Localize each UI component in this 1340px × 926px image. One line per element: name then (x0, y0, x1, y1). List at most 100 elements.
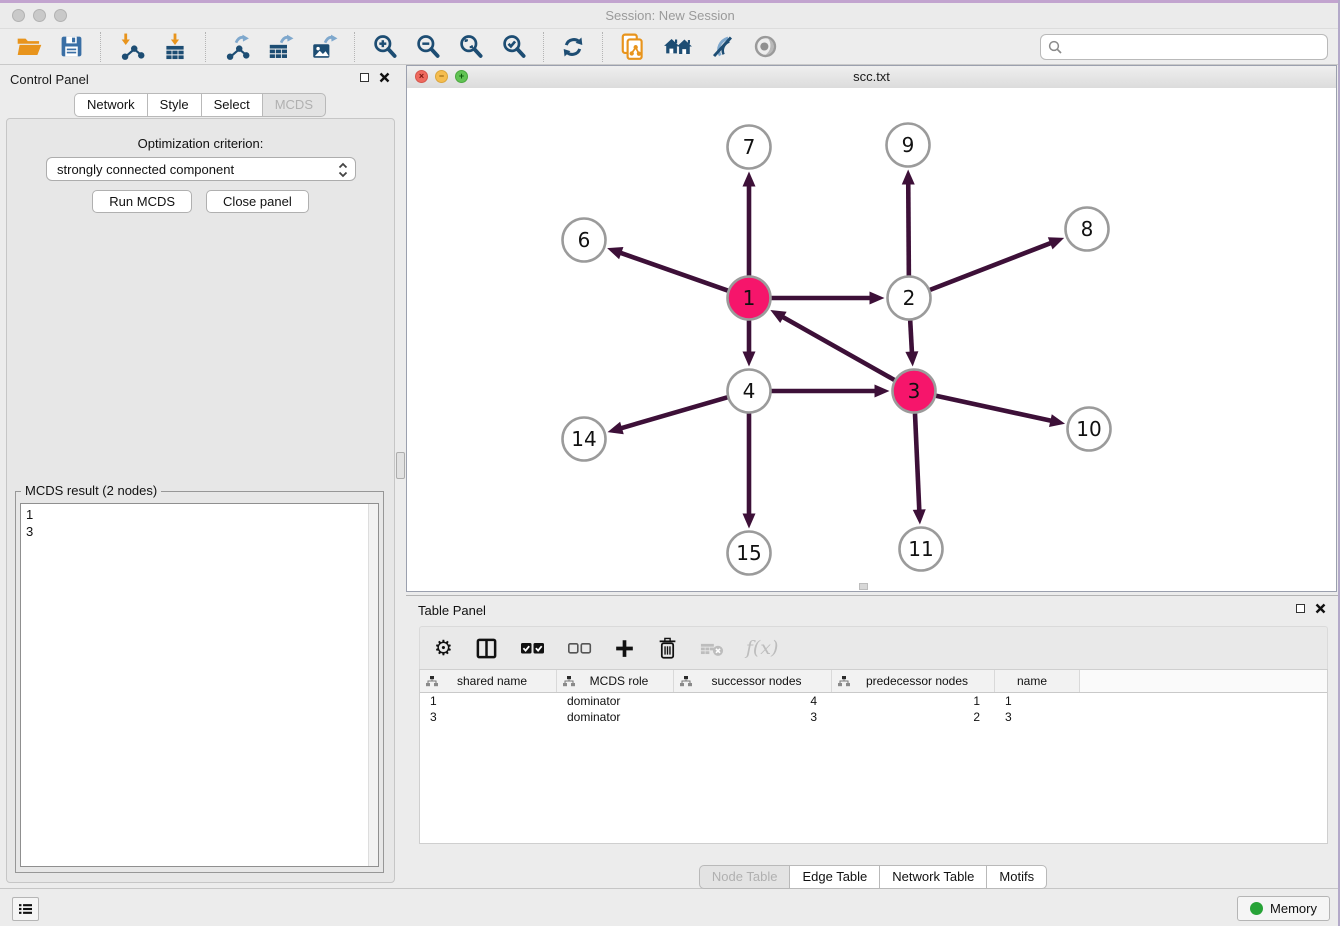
cell-predecessor-nodes: 2 (832, 710, 995, 724)
graph-edge-arrowhead (1049, 414, 1065, 427)
apply-layout-button[interactable] (558, 31, 588, 63)
result-scrollbar[interactable] (368, 504, 378, 866)
create-column-button[interactable] (614, 638, 635, 659)
graph-edge-3-1[interactable] (782, 316, 895, 380)
clone-network-button[interactable] (617, 31, 649, 63)
tab-mcds[interactable]: MCDS (262, 93, 326, 117)
graph-node-label-10: 10 (1076, 417, 1101, 441)
mcds-result-fieldset: MCDS result (2 nodes) 1 3 (15, 491, 384, 873)
selected-option: strongly connected component (57, 162, 234, 177)
float-panel-icon[interactable] (360, 73, 369, 82)
optimization-criterion-label: Optimization criterion: (7, 136, 394, 151)
delete-table-icon (700, 640, 724, 657)
table-row[interactable]: 1dominator411 (420, 693, 1327, 709)
graph-node-label-9: 9 (902, 133, 915, 157)
node-table-header: shared nameMCDS rolesuccessor nodesprede… (420, 670, 1327, 693)
cell-successor-nodes: 4 (674, 694, 832, 708)
import-network-button[interactable] (115, 31, 147, 63)
run-mcds-button[interactable]: Run MCDS (92, 190, 192, 213)
show-hide-button[interactable] (750, 31, 781, 63)
cell-shared-name: 1 (420, 694, 557, 708)
network-canvas[interactable]: 7968124314101511 (407, 88, 1336, 591)
graphics-details-icon (709, 33, 736, 60)
task-history-button[interactable] (12, 897, 39, 921)
memory-button[interactable]: Memory (1237, 896, 1330, 921)
export-network-icon (222, 33, 250, 61)
open-session-button[interactable] (14, 31, 45, 63)
function-builder-button[interactable]: f(x) (746, 637, 779, 659)
graph-edge-3-10[interactable] (936, 396, 1052, 421)
unchecked-boxes-icon (567, 640, 592, 656)
tab-edge-table[interactable]: Edge Table (789, 865, 879, 889)
export-image-button[interactable] (308, 31, 340, 63)
column-header-predecessor-nodes[interactable]: predecessor nodes (832, 670, 995, 692)
network-titlebar[interactable]: × − + scc.txt (407, 66, 1336, 89)
eye-icon (752, 33, 779, 60)
unselect-all-columns-button[interactable] (567, 640, 592, 656)
graph-edge-arrowhead (607, 247, 623, 259)
search-input[interactable] (1040, 34, 1328, 60)
panel-splitter-handle[interactable] (396, 452, 405, 479)
table-row[interactable]: 3dominator323 (420, 709, 1327, 725)
column-header-shared-name[interactable]: shared name (420, 670, 557, 692)
select-all-columns-button[interactable] (520, 640, 545, 656)
import-table-icon (161, 33, 189, 61)
column-header-successor-nodes[interactable]: successor nodes (674, 670, 832, 692)
tab-network[interactable]: Network (74, 93, 147, 117)
zoom-selected-button[interactable] (498, 31, 529, 63)
column-header-name[interactable]: name (995, 670, 1080, 692)
graph-edge-2-8[interactable] (930, 243, 1052, 290)
column-header-MCDS-role[interactable]: MCDS role (557, 670, 674, 692)
tab-node-table[interactable]: Node Table (699, 865, 790, 889)
import-table-button[interactable] (159, 31, 191, 63)
graph-edge-arrowhead (743, 172, 756, 187)
zoom-fit-button[interactable] (455, 31, 486, 63)
canvas-scroll-handle[interactable] (859, 583, 868, 590)
graph-node-label-1: 1 (743, 286, 756, 310)
graph-edge-3-11[interactable] (915, 413, 919, 511)
tab-select[interactable]: Select (201, 93, 262, 117)
toggle-panel-button[interactable] (475, 637, 498, 660)
node-table[interactable]: shared nameMCDS rolesuccessor nodesprede… (419, 669, 1328, 844)
delete-table-button[interactable] (700, 640, 724, 657)
graph-node-label-7: 7 (743, 135, 756, 159)
zoom-out-icon (414, 33, 441, 60)
tab-network-table[interactable]: Network Table (879, 865, 986, 889)
graph-node-label-15: 15 (736, 541, 761, 565)
save-session-button[interactable] (57, 31, 86, 63)
cell-shared-name: 3 (420, 710, 557, 724)
close-table-panel-icon[interactable] (1315, 603, 1326, 614)
graph-node-label-11: 11 (908, 537, 933, 561)
zoom-out-button[interactable] (412, 31, 443, 63)
cell-name: 3 (995, 710, 1080, 724)
tab-motifs[interactable]: Motifs (986, 865, 1047, 889)
tab-style[interactable]: Style (147, 93, 201, 117)
close-panel-icon[interactable] (379, 72, 390, 83)
table-options-button[interactable]: ⚙ (434, 638, 453, 659)
graph-edge-2-9[interactable] (908, 182, 909, 275)
first-neighbors-button[interactable] (661, 31, 695, 63)
graph-edge-4-14[interactable] (620, 397, 727, 428)
plus-icon (614, 638, 635, 659)
graphics-details-button[interactable] (707, 31, 738, 63)
zoom-in-button[interactable] (369, 31, 400, 63)
app-titlebar: Session: New Session (0, 3, 1340, 29)
graph-edge-1-6[interactable] (619, 252, 727, 290)
graph-edge-arrowhead (1048, 237, 1064, 249)
close-panel-button[interactable]: Close panel (206, 190, 309, 213)
export-table-button[interactable] (264, 31, 296, 63)
mcds-result-list[interactable]: 1 3 (20, 503, 379, 867)
table-tabs: Node TableEdge TableNetwork TableMotifs (406, 865, 1340, 889)
graph-edge-2-3[interactable] (910, 320, 912, 353)
graph-edge-arrowhead (743, 352, 756, 367)
trash-icon (657, 637, 678, 660)
delete-columns-button[interactable] (657, 637, 678, 660)
split-panel-icon (475, 637, 498, 660)
float-table-panel-icon[interactable] (1296, 604, 1305, 613)
optimization-criterion-select[interactable]: strongly connected component (46, 157, 356, 181)
zoom-selected-icon (500, 33, 527, 60)
zoom-fit-icon (457, 33, 484, 60)
network-window: × − + scc.txt 7968124314101511 (406, 65, 1337, 592)
export-network-button[interactable] (220, 31, 252, 63)
node-table-body: 1dominator4113dominator323 (420, 693, 1327, 725)
